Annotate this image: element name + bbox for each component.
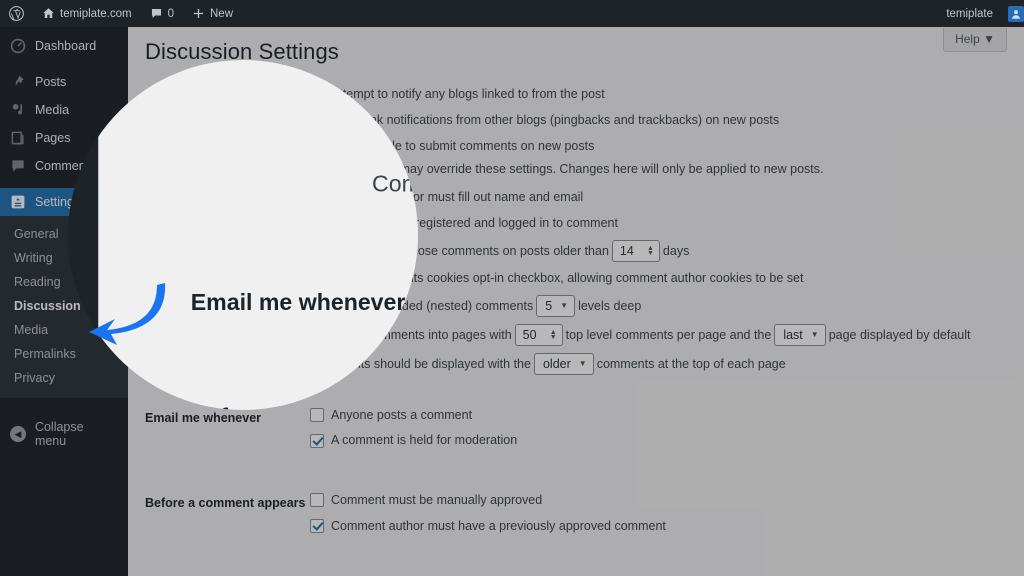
chevron-down-icon: ▼ [578, 359, 587, 368]
manual-approval-checkbox[interactable] [310, 493, 324, 508]
default-page-value: last [783, 327, 803, 342]
before-comment-appears-label: Before a comment appears [145, 496, 306, 510]
wordpress-logo-icon [9, 6, 24, 21]
wordpress-logo-button[interactable] [0, 0, 33, 27]
comment-order-value: older [542, 356, 571, 371]
comments-per-page-input[interactable]: 50 ▲ ▼ [514, 323, 563, 346]
magnifier-lens: Users Tools Settings Discussion Permalin… [68, 60, 418, 410]
chevron-down-icon: ▼ [810, 330, 819, 339]
threaded-levels-value: 5 [545, 298, 553, 313]
manual-approval-label: Comment must be manually approved [331, 493, 543, 507]
previously-approved-label: Comment author must have a previously ap… [331, 518, 666, 533]
plus-icon [193, 8, 204, 19]
held-moderation-checkbox[interactable] [310, 433, 324, 448]
comment-bubble-icon [12, 160, 24, 172]
magnifier-lens-content: Users Tools Settings Discussion Permalin… [68, 60, 418, 410]
manual-approval-option[interactable]: Comment must be manually approved [310, 491, 1005, 510]
before-comment-appears-fields: Comment must be manually approved Commen… [310, 483, 1005, 543]
chevron-down-icon: ▼ [560, 301, 569, 310]
admin-bar: temiplate.com 0 New temiplate [0, 0, 1024, 27]
comment-order-suffix: comments at the top of each page [596, 356, 786, 371]
media-icon [12, 104, 22, 115]
wordpress-admin-screen: temiplate.com 0 New temiplate Dashboard … [0, 0, 1024, 576]
threaded-comments-suffix: levels deep [578, 298, 642, 313]
sidebar-item-label: Pages [35, 131, 71, 145]
comment-paging-middle: top level comments per page and the [565, 327, 772, 342]
pin-icon [14, 75, 24, 86]
pointer-arrow-icon [89, 283, 166, 345]
comment-order-select[interactable]: older ▼ [533, 352, 594, 375]
comments-per-page-value: 50 [522, 327, 537, 342]
chevron-left-circle-icon: ◀ [10, 426, 26, 442]
settings-gear-icon [11, 195, 25, 209]
sidebar-item-dashboard[interactable]: Dashboard [0, 32, 128, 60]
new-label: New [210, 7, 234, 20]
new-content-button[interactable]: New [183, 0, 242, 27]
help-label: Help [955, 32, 980, 46]
comment-count-label: 0 [167, 7, 174, 20]
site-name-label: temiplate.com [60, 7, 132, 20]
auto-close-days-value: 14 [619, 243, 634, 258]
previously-approved-checkbox[interactable] [310, 519, 324, 534]
sidebar-item-label: Media [35, 103, 70, 117]
collapse-menu-button[interactable]: ◀ Collapse menu [0, 410, 128, 458]
auto-close-suffix: days [662, 243, 690, 258]
held-moderation-label: A comment is held for moderation [331, 433, 518, 448]
previously-approved-option[interactable]: Comment author must have a previously ap… [310, 517, 1005, 536]
magnified-heading-before-comment: Before a comment [191, 404, 393, 410]
pages-icon [11, 131, 24, 145]
comments-button[interactable]: 0 [141, 0, 183, 27]
spinner-icon[interactable]: ▲ ▼ [547, 329, 560, 341]
collapse-menu-label: Collapse menu [34, 420, 84, 448]
account-menu[interactable]: temiplate [937, 0, 1024, 27]
magnified-heading-email-me: Email me whenever [190, 289, 406, 316]
default-page-select[interactable]: last ▼ [774, 323, 826, 346]
threaded-levels-select[interactable]: 5 ▼ [536, 294, 576, 317]
auto-close-days-input[interactable]: 14 ▲ ▼ [611, 239, 660, 262]
spinner-icon[interactable]: ▲ ▼ [644, 245, 657, 257]
sidebar-item-label: Posts [35, 75, 67, 89]
comment-bubble-icon [151, 8, 161, 19]
magnified-content: Other comment settings Email me whenever… [98, 60, 418, 410]
user-avatar-icon [1012, 9, 1020, 19]
help-button[interactable]: Help ▼ [943, 28, 1007, 52]
magnified-sidebar: Users Tools Settings Discussion Permalin… [68, 60, 99, 410]
before-comment-appears-row: Before a comment appears Comment must be… [145, 483, 1005, 543]
account-name-label: temiplate [946, 7, 993, 20]
chevron-down-icon: ▼ [983, 32, 995, 46]
dashboard-icon [10, 38, 26, 54]
comment-paging-suffix: page displayed by default [828, 327, 971, 342]
site-name-button[interactable]: temiplate.com [33, 0, 141, 27]
held-moderation-option[interactable]: A comment is held for moderation [310, 431, 1005, 450]
avatar[interactable] [1008, 5, 1024, 22]
magnified-partial-comments-text: Comments [372, 171, 418, 197]
sidebar-item-label: Dashboard [35, 39, 97, 53]
home-icon [43, 8, 54, 19]
